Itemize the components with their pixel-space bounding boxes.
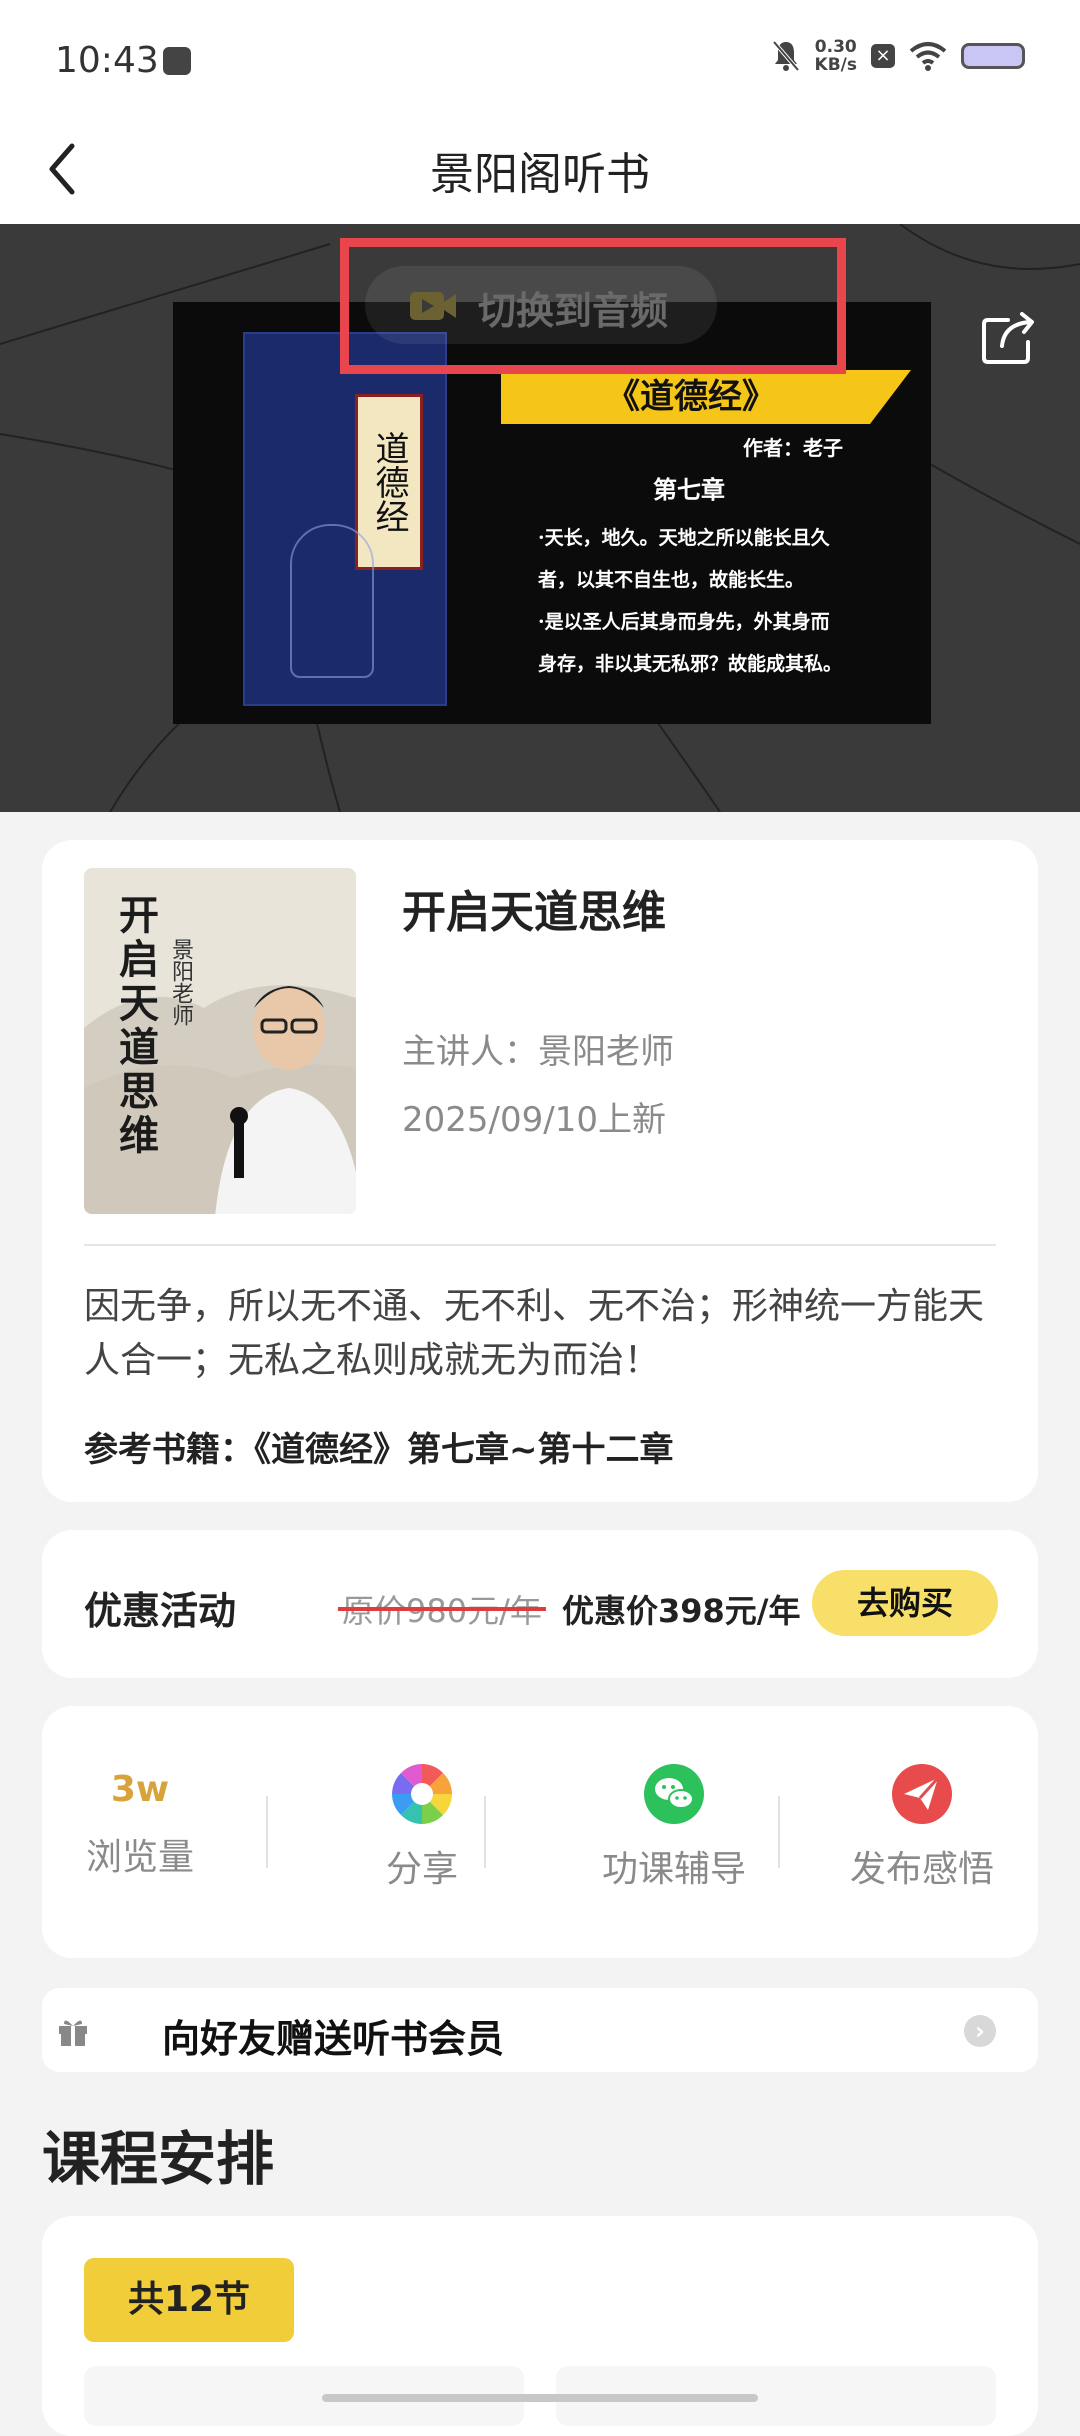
promo-card: 优惠活动 原价980元/年 优惠价398元/年 去购买 — [42, 1530, 1038, 1678]
slide-line: ·是以圣人后其身而身先，外其身而 — [538, 611, 830, 633]
insight-label: 发布感悟 — [849, 1849, 994, 1890]
actions-card: 3w 浏览量 分享 功课辅导 发布感悟 — [42, 1706, 1038, 1958]
buy-button[interactable]: 去购买 — [812, 1570, 998, 1636]
lesson-count-badge: 共12节 — [84, 2258, 294, 2342]
release-date: 2025/09/10上新 — [402, 1100, 666, 1140]
highlight-box — [340, 238, 846, 374]
home-indicator[interactable] — [322, 2394, 758, 2402]
tutor-label: 功课辅导 — [601, 1849, 746, 1890]
sage-figure — [290, 524, 374, 678]
share-pinwheel-icon — [392, 1764, 452, 1824]
mute-bell-icon — [772, 40, 800, 72]
schedule-title: 课程安排 — [42, 2125, 275, 2193]
gift-icon — [59, 2020, 87, 2046]
cover-subtitle: 景阳老师 — [168, 938, 193, 1026]
views-count: 3w — [110, 1769, 170, 1810]
slide-author: 作者：老子 — [743, 436, 843, 460]
divider — [84, 1244, 996, 1246]
separator — [778, 1796, 780, 1868]
course-title: 开启天道思维 — [402, 887, 666, 938]
schedule-card: 共12节 — [42, 2216, 1038, 2436]
slide-line: ·天长，地久。天地之所以能长且久 — [538, 527, 830, 549]
sim-x-icon: × — [871, 44, 895, 68]
course-cover: 开启天道思维 景阳老师 — [84, 868, 356, 1214]
nav-bar: 景阳阁听书 — [0, 120, 1080, 224]
share-label: 分享 — [385, 1849, 458, 1890]
wechat-icon — [644, 1764, 704, 1824]
battery-icon — [961, 43, 1025, 69]
message-icon — [163, 47, 191, 75]
slide-chapter: 第七章 — [653, 475, 725, 504]
views-label: 浏览量 — [85, 1837, 194, 1878]
tutor-action[interactable]: 功课辅导 — [542, 1762, 806, 1892]
speed-value: 0.30 — [814, 37, 857, 57]
gift-text: 向好友赠送听书会员 — [162, 2017, 505, 2061]
book-cover-image: 道德经 — [243, 332, 447, 706]
status-bar: 10:43 0.30 KB/s × — [0, 0, 1080, 120]
share-icon[interactable] — [980, 308, 1038, 366]
send-plane-icon — [892, 1764, 952, 1824]
lecturer-text: 主讲人：景阳老师 — [402, 1032, 674, 1072]
status-icons: 0.30 KB/s × — [771, 38, 1025, 74]
reference-books: 参考书籍：《道德经》第七章~第十二章 — [84, 1430, 674, 1470]
promo-title: 优惠活动 — [84, 1589, 237, 1633]
chevron-right-icon: › — [964, 2015, 996, 2047]
course-description: 因无争，所以无不通、无不利、无不治；形神统一方能天人合一；无私之私则成就无为而治… — [84, 1286, 985, 1381]
insight-action[interactable]: 发布感悟 — [832, 1762, 1012, 1892]
gift-banner[interactable]: 向好友赠送听书会员 › — [42, 1988, 1038, 2072]
slide-line: 者，以其不自生也，故能长生。 — [538, 569, 805, 591]
discount-price: 优惠价398元/年 — [562, 1592, 801, 1630]
slide-line: 身存，非以其无私邪？故能成其私。 — [538, 653, 843, 675]
status-time: 10:43 — [55, 40, 159, 81]
separator — [266, 1796, 268, 1868]
slide-banner-title: 《道德经》 — [606, 377, 776, 417]
wifi-icon — [909, 42, 947, 71]
course-info-card: 开启天道思维 景阳老师 开启天道思维 主讲人：景阳老师 2025/09/10上新… — [42, 840, 1038, 1502]
original-price: 原价980元/年 — [338, 1586, 546, 1632]
slide-text: ·天长，地久。天地之所以能长且久 者，以其不自生也，故能长生。 ·是以圣人后其身… — [538, 517, 908, 685]
video-player[interactable]: 道德经 《道德经》 作者：老子 第七章 ·天长，地久。天地之所以能长且久 者，以… — [0, 224, 1080, 812]
cover-title: 开启天道思维 — [112, 894, 159, 1158]
speed-unit: KB/s — [814, 55, 857, 75]
page-title: 景阳阁听书 — [430, 149, 650, 200]
separator — [484, 1796, 486, 1868]
share-action[interactable]: 分享 — [322, 1762, 522, 1892]
lecturer-photo — [215, 986, 356, 1214]
network-speed: 0.30 KB/s — [815, 38, 857, 74]
views-stat: 3w 浏览量 — [70, 1762, 210, 1880]
